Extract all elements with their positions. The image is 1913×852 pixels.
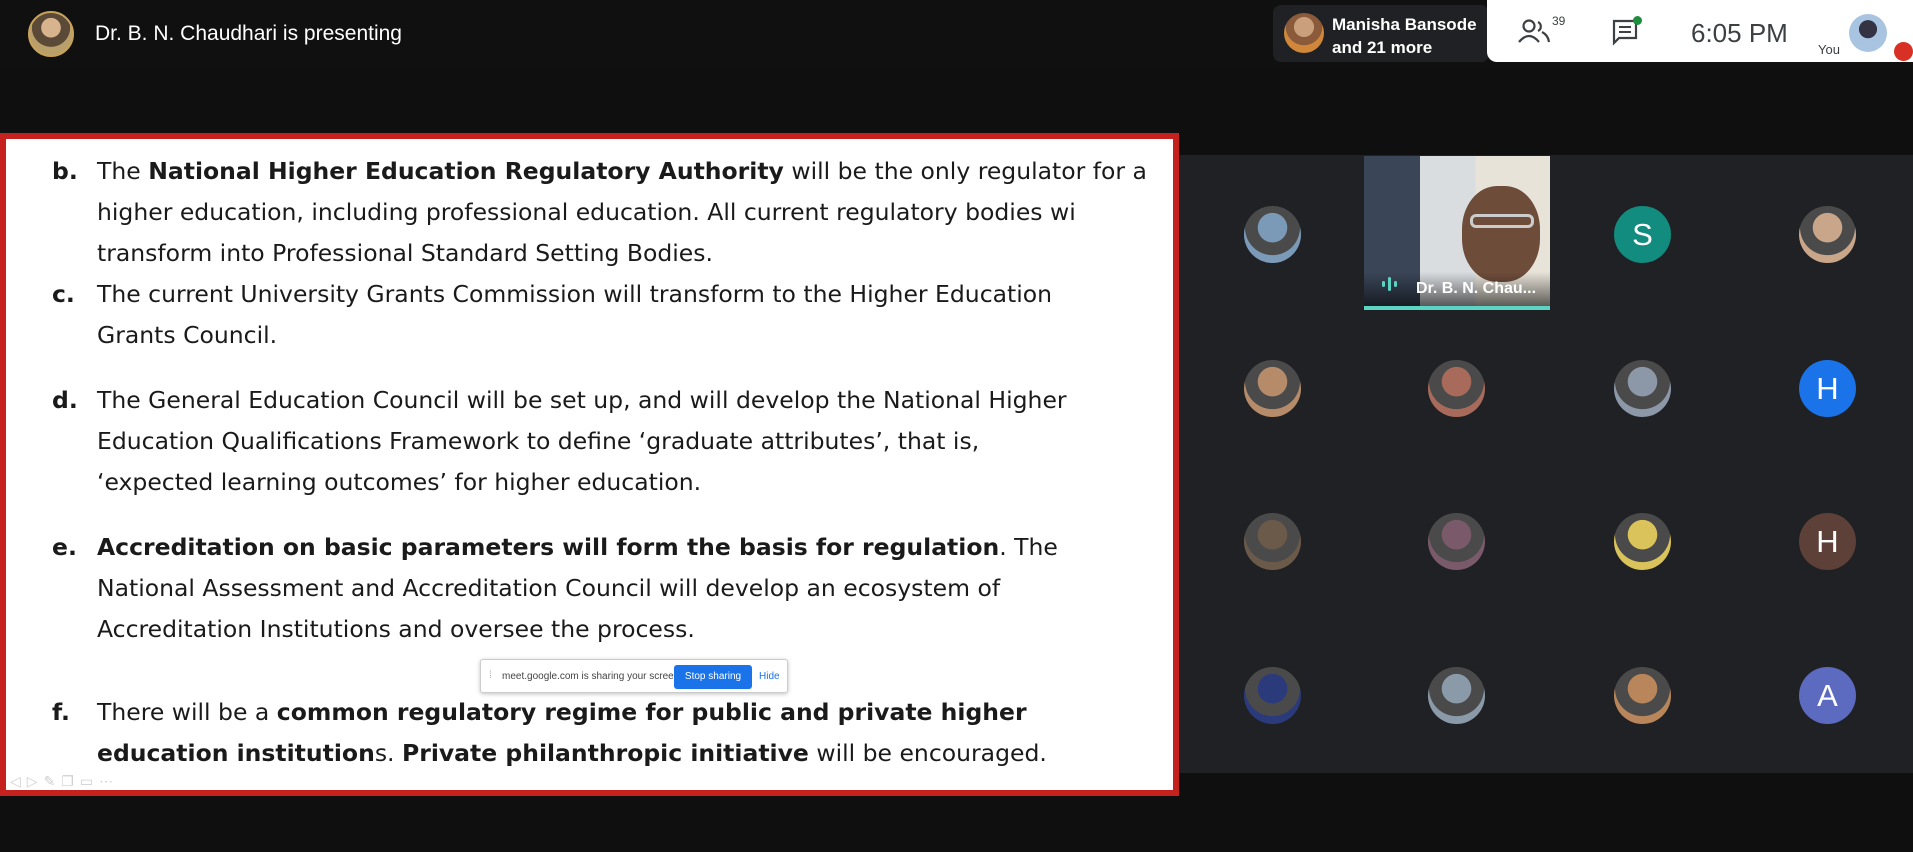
speaker-face (1462, 186, 1540, 282)
slide-item-letter: b. (52, 157, 78, 185)
participants-chip-more: and 21 more (1332, 38, 1433, 57)
slide-item-line: The General Education Council will be se… (97, 386, 1067, 414)
drag-handle-icon[interactable]: ⁞ (489, 670, 492, 681)
slide-item-line: The current University Grants Commission… (97, 280, 1053, 308)
chat-notification-dot (1633, 16, 1642, 25)
slide-item-line: ‘expected learning outcomes’ for higher … (97, 468, 702, 496)
participant-avatar[interactable] (1614, 667, 1671, 724)
participant-initial-avatar[interactable]: A (1799, 667, 1856, 724)
meeting-controls-bar: 39 6:05 PM You (1487, 0, 1913, 62)
active-speaker-bar (1364, 306, 1550, 310)
more-icon[interactable]: ⋯ (99, 773, 119, 789)
screen-icon[interactable]: ▭ (80, 773, 99, 789)
stop-sharing-button[interactable]: Stop sharing (674, 665, 752, 689)
slide-item-line: There will be a common regulatory regime… (97, 698, 1027, 726)
participant-avatar[interactable] (1428, 513, 1485, 570)
slide-item-letter: c. (52, 280, 75, 308)
presenter-label: Dr. B. N. Chaudhari is presenting (95, 22, 402, 45)
previous-icon[interactable]: ◁ (10, 773, 27, 789)
slide-item-letter: f. (52, 698, 70, 726)
participant-avatar[interactable] (1614, 513, 1671, 570)
self-avatar[interactable] (1849, 14, 1887, 52)
clock: 6:05 PM (1691, 18, 1788, 48)
people-icon[interactable] (1517, 18, 1551, 44)
participant-avatar[interactable] (1799, 206, 1856, 263)
active-speaker-video[interactable]: Dr. B. N. Chau... (1364, 156, 1550, 310)
speaking-indicator-icon (1382, 277, 1397, 291)
next-icon[interactable]: ▷ (27, 773, 44, 789)
presenter-avatar (28, 11, 74, 57)
slide-item-line: Grants Council. (97, 321, 278, 349)
slide-toolbar: ◁▷✎❐▭⋯ (10, 773, 119, 790)
slide-item-line: education institutions. Private philanth… (97, 739, 1047, 767)
slide-item-line: The National Higher Education Regulatory… (97, 157, 1147, 185)
participant-initial-avatar[interactable]: S (1614, 206, 1671, 263)
mic-off-icon (1894, 42, 1913, 61)
slide-item-line: transform into Professional Standard Set… (97, 239, 713, 267)
participant-avatar[interactable] (1244, 360, 1301, 417)
speaker-glasses (1470, 214, 1534, 228)
participant-avatar (1284, 13, 1324, 53)
slide-item-letter: e. (52, 533, 77, 561)
slide-item-line: Accreditation on basic parameters will f… (97, 533, 1058, 561)
participant-initial-avatar[interactable]: H (1799, 513, 1856, 570)
hide-button[interactable]: Hide (759, 671, 780, 682)
top-bar: Dr. B. N. Chaudhari is presenting Manish… (0, 0, 1913, 70)
participant-avatar[interactable] (1428, 667, 1485, 724)
copy-icon[interactable]: ❐ (61, 773, 80, 789)
you-label: You (1818, 42, 1840, 57)
speaker-name: Dr. B. N. Chau... (1416, 280, 1537, 297)
slide-item-line: National Assessment and Accreditation Co… (97, 574, 1001, 602)
participant-avatar[interactable] (1614, 360, 1671, 417)
slide-item-line: Accreditation Institutions and oversee t… (97, 615, 695, 643)
participant-initial-avatar[interactable]: H (1799, 360, 1856, 417)
pen-icon[interactable]: ✎ (44, 773, 62, 789)
slide-item-letter: d. (52, 386, 78, 414)
share-message: meet.google.com is sharing your screen. (502, 671, 683, 682)
slide-item-line: higher education, including professional… (97, 198, 1076, 226)
participant-avatar[interactable] (1244, 667, 1301, 724)
presentation-frame: b. The National Higher Education Regulato… (0, 133, 1179, 796)
screen-share-bar: ⁞ meet.google.com is sharing your screen… (480, 659, 788, 693)
participants-chip-name: Manisha Bansode (1332, 15, 1477, 34)
participant-avatar[interactable] (1428, 360, 1485, 417)
participant-avatar[interactable] (1244, 513, 1301, 570)
people-count: 39 (1552, 14, 1566, 28)
slide-item-line: Education Qualifications Framework to de… (97, 427, 980, 455)
participant-avatar[interactable] (1244, 206, 1301, 263)
participants-chip[interactable]: Manisha Bansode and 21 more (1273, 5, 1489, 62)
